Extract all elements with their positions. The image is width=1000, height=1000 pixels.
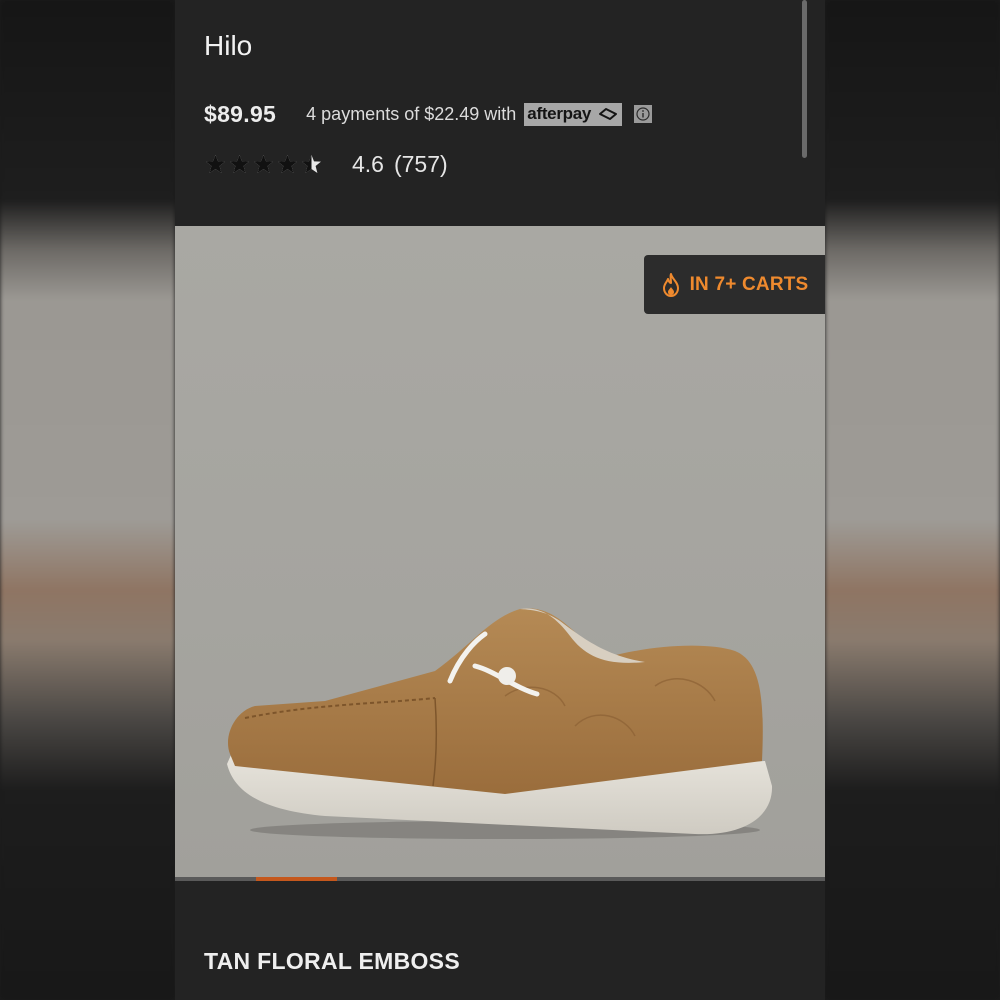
- product-price: $89.95: [204, 100, 277, 127]
- in-carts-label: IN 7+ CARTS: [689, 273, 809, 295]
- rating-value: 4.6: [352, 150, 384, 177]
- blurred-backdrop-right: [825, 0, 1000, 1000]
- star-rating: [204, 154, 324, 174]
- fire-icon: [662, 272, 679, 297]
- product-title: Hilo: [204, 30, 253, 61]
- price-row: $89.95 4 payments of $22.49 with afterpa…: [204, 98, 657, 130]
- color-name: TAN FLORAL EMBOSS: [204, 948, 460, 974]
- review-count[interactable]: (757): [394, 151, 448, 178]
- star-icon: [278, 155, 297, 173]
- product-image: [227, 608, 773, 839]
- installment-info: 4 payments of $22.49 with afterpay: [306, 102, 657, 126]
- star-icon: [206, 155, 225, 173]
- afterpay-label: afterpay: [527, 103, 592, 123]
- carousel-progress: [175, 877, 825, 881]
- star-icon: [302, 155, 321, 173]
- afterpay-logo-icon: [599, 107, 618, 120]
- scrollbar[interactable]: [802, 0, 807, 158]
- carousel-active-indicator: [256, 877, 337, 881]
- afterpay-badge[interactable]: afterpay: [524, 102, 623, 126]
- installment-text: 4 payments of $22.49 with: [306, 103, 517, 124]
- star-icon: [254, 155, 273, 173]
- in-carts-badge: IN 7+ CARTS: [644, 255, 825, 314]
- product-image-carousel[interactable]: IN 7+ CARTS: [175, 226, 825, 877]
- product-screen: Hilo $89.95 4 payments of $22.49 with af…: [175, 0, 825, 1000]
- info-icon[interactable]: [634, 105, 653, 123]
- star-icon: [230, 155, 249, 173]
- rating-row[interactable]: 4.6 (757): [204, 148, 448, 180]
- blurred-backdrop-left: [0, 0, 175, 1000]
